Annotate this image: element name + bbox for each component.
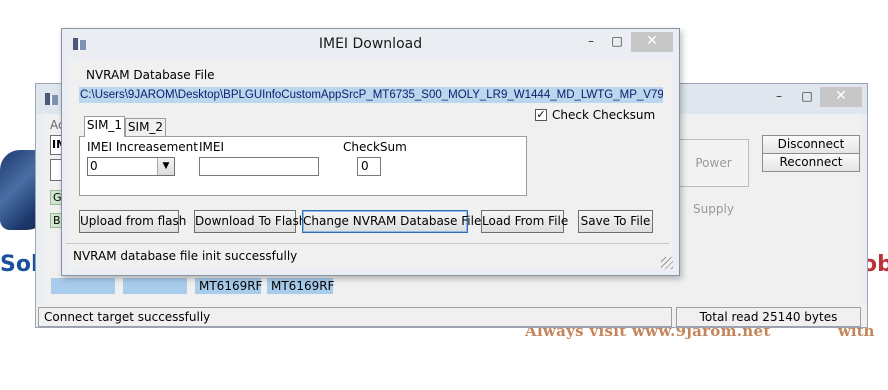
info-cell-2 bbox=[123, 278, 187, 294]
close-icon[interactable]: ✕ bbox=[631, 32, 673, 52]
chevron-down-icon[interactable]: ▼ bbox=[157, 158, 174, 175]
main-status-bar: Connect target successfully Total read 2… bbox=[36, 305, 867, 327]
maximize-icon[interactable]: □ bbox=[796, 87, 818, 107]
reconnect-button[interactable]: Reconnect bbox=[762, 153, 860, 172]
imei-increasement-select[interactable]: 0 ▼ bbox=[87, 157, 175, 176]
check-checksum-checkbox[interactable]: ✓ bbox=[535, 109, 547, 121]
download-to-flash-button[interactable]: Download To Flash bbox=[194, 210, 306, 233]
status-connect: Connect target successfully bbox=[38, 307, 672, 327]
upload-from-flash-button[interactable]: Upload from flash bbox=[79, 210, 186, 233]
power-supply-button[interactable]: Power Supply bbox=[678, 139, 749, 216]
info-cell-1 bbox=[51, 278, 115, 294]
checksum-label: CheckSum bbox=[343, 140, 407, 154]
change-nvram-database-file-button[interactable]: Change NVRAM Database File bbox=[302, 210, 481, 233]
imei-input[interactable] bbox=[199, 157, 319, 176]
maximize-icon[interactable]: □ bbox=[607, 32, 627, 52]
imei-increasement-value: 0 bbox=[90, 159, 98, 173]
info-cell-mt6169rf-2: MT6169RF bbox=[267, 278, 334, 294]
disconnect-button[interactable]: Disconnect bbox=[762, 135, 860, 154]
nvram-path-field[interactable]: C:\Users\9JAROM\Desktop\BPLGUInfoCustomA… bbox=[79, 87, 663, 103]
dialog-titlebar[interactable]: IMEI Download – □ ✕ bbox=[62, 29, 679, 59]
background-sol-text: Sol bbox=[0, 252, 39, 277]
tab-sim-1[interactable]: SIM_1 bbox=[84, 116, 125, 137]
close-icon[interactable]: ✕ bbox=[820, 87, 862, 107]
checksum-input[interactable]: 0 bbox=[357, 157, 381, 176]
imei-label: IMEI bbox=[199, 140, 225, 154]
resize-grip-icon[interactable] bbox=[661, 257, 673, 269]
minimize-icon[interactable]: – bbox=[581, 32, 601, 52]
imei-increasement-label: IMEI Increasement bbox=[87, 140, 198, 154]
nvram-file-label: NVRAM Database File bbox=[86, 68, 215, 82]
save-to-file-button[interactable]: Save To File bbox=[578, 210, 653, 233]
imei-download-dialog: IMEI Download – □ ✕ NVRAM Database File … bbox=[61, 28, 680, 276]
dialog-status-bar: NVRAM database file init successfully bbox=[66, 243, 669, 268]
minimize-icon[interactable]: – bbox=[768, 87, 790, 107]
app-icon bbox=[43, 91, 59, 107]
load-from-file-button[interactable]: Load From File bbox=[481, 210, 568, 233]
status-total-read: Total read 25140 bytes bbox=[676, 307, 861, 327]
tab-sim-2[interactable]: SIM_2 bbox=[125, 118, 166, 137]
info-cell-mt6169rf-1: MT6169RF bbox=[195, 278, 262, 294]
check-checksum-label: Check Checksum bbox=[552, 108, 656, 122]
sim-tab-panel: IMEI Increasement 0 ▼ IMEI CheckSum 0 bbox=[79, 136, 527, 196]
dialog-client: NVRAM Database File C:\Users\9JAROM\Desk… bbox=[69, 59, 672, 269]
